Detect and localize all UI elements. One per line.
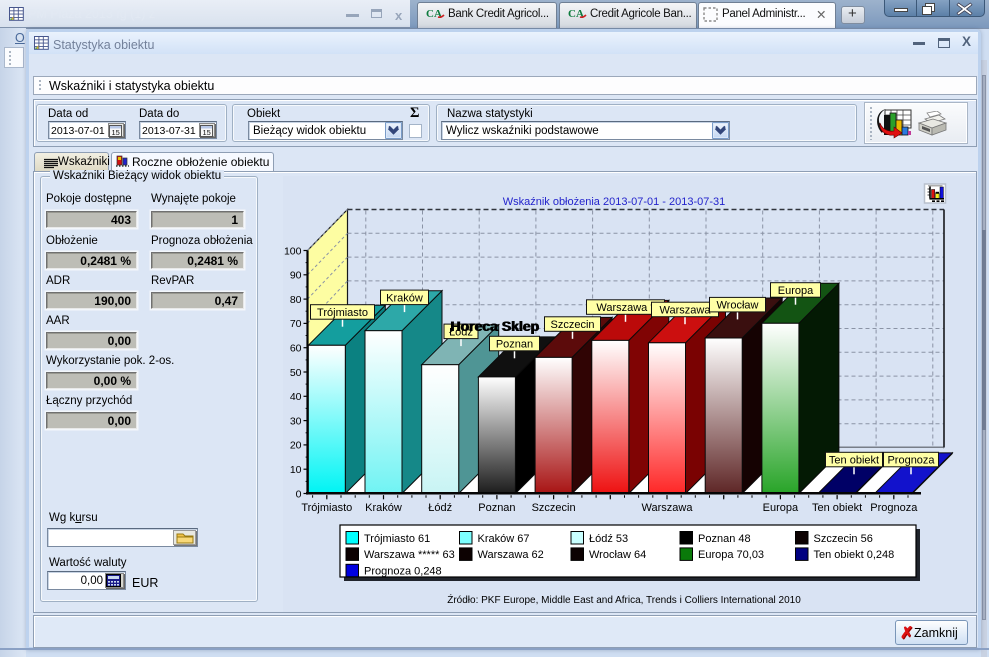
svg-text:10: 10 <box>290 464 302 476</box>
svg-text:Poznan 48: Poznan 48 <box>698 533 751 545</box>
svg-text:Warszawa ***** 63: Warszawa ***** 63 <box>364 549 455 561</box>
svg-text:Poznan: Poznan <box>478 502 515 514</box>
svg-text:Kraków 67: Kraków 67 <box>478 533 530 545</box>
svg-text:Wrocław: Wrocław <box>717 300 759 312</box>
svg-text:Wrocław 64: Wrocław 64 <box>589 549 646 561</box>
svg-text:Kraków: Kraków <box>386 292 423 304</box>
svg-text:Prognoza: Prognoza <box>870 502 918 514</box>
svg-text:Źródło: PKF Europe, Middle Eas: Źródło: PKF Europe, Middle East and Afri… <box>447 593 801 606</box>
svg-text:Ten obiekt 0,248: Ten obiekt 0,248 <box>814 549 895 561</box>
svg-text:Warszawa *: Warszawa * <box>596 302 655 314</box>
svg-text:Ten obiekt: Ten obiekt <box>812 502 862 514</box>
svg-text:Prognoza: Prognoza <box>887 455 935 467</box>
svg-text:Europa 70,03: Europa 70,03 <box>698 549 764 561</box>
svg-text:Trójmiasto: Trójmiasto <box>317 307 368 319</box>
svg-text:Szczecin: Szczecin <box>550 319 594 331</box>
svg-text:50: 50 <box>290 367 302 379</box>
svg-text:Horeca Sklep: Horeca Sklep <box>450 318 539 334</box>
svg-text:40: 40 <box>290 391 302 403</box>
svg-text:Szczecin: Szczecin <box>532 502 576 514</box>
svg-text:30: 30 <box>290 415 302 427</box>
svg-text:Europa: Europa <box>778 285 814 297</box>
svg-text:15: 15 <box>112 128 120 137</box>
svg-text:80: 80 <box>290 294 302 306</box>
svg-text:Prognoza 0,248: Prognoza 0,248 <box>364 566 442 578</box>
svg-text:Ten obiekt: Ten obiekt <box>829 455 879 467</box>
svg-text:Poznan: Poznan <box>496 339 533 351</box>
svg-text:CA: CA <box>568 8 584 20</box>
svg-text:Łódź 53: Łódź 53 <box>589 533 628 545</box>
svg-text:15: 15 <box>203 128 211 137</box>
svg-text:Trójmiasto: Trójmiasto <box>301 502 352 514</box>
svg-text:Warszawa: Warszawa <box>642 502 694 514</box>
svg-text:Trójmiasto 61: Trójmiasto 61 <box>364 533 430 545</box>
svg-text:Wskaźnik obłożenia 2013-07-01: Wskaźnik obłożenia 2013-07-01 - 2013-07-… <box>503 196 726 208</box>
svg-text:Warszawa: Warszawa <box>660 304 712 316</box>
svg-text:Europa: Europa <box>763 502 799 514</box>
svg-text:Szczecin 56: Szczecin 56 <box>814 533 873 545</box>
svg-text:90: 90 <box>290 270 302 282</box>
svg-text:Kraków: Kraków <box>365 502 402 514</box>
svg-text:0: 0 <box>296 488 302 500</box>
svg-text:70: 70 <box>290 318 302 330</box>
svg-text:Warszawa 62: Warszawa 62 <box>478 549 544 561</box>
svg-text:100: 100 <box>284 245 302 257</box>
svg-text:CA: CA <box>426 8 442 20</box>
svg-text:60: 60 <box>290 343 302 355</box>
svg-text:20: 20 <box>290 440 302 452</box>
svg-text:Łódź: Łódź <box>428 502 452 514</box>
